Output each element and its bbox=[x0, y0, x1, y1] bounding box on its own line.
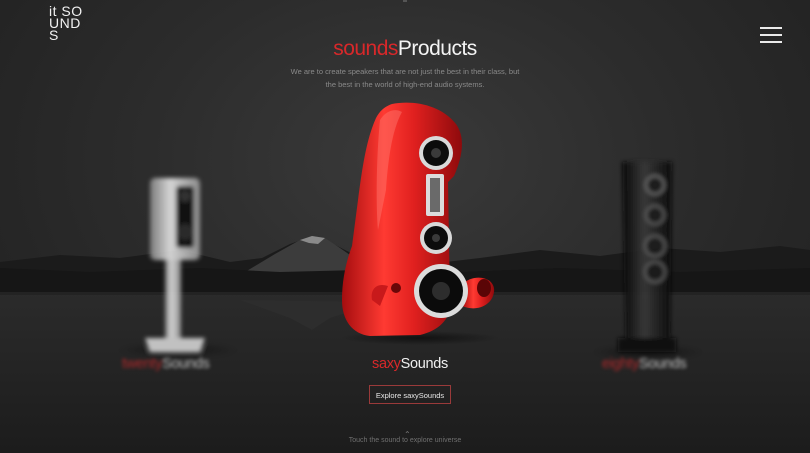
explore-hint: Touch the sound to explore universe bbox=[348, 437, 462, 444]
product-name-accent: twenty bbox=[122, 356, 163, 372]
hero-stage: it SO UND S soundsProducts We are to cre… bbox=[0, 0, 810, 453]
product-twenty-sounds[interactable]: twentySounds bbox=[122, 356, 210, 372]
product-name-accent: saxy bbox=[372, 356, 401, 372]
product-eighty-sounds[interactable]: eightySounds bbox=[602, 356, 687, 372]
product-name-main: Sounds bbox=[400, 356, 449, 372]
page-subtitle: We are to create speakers that are not j… bbox=[0, 66, 810, 91]
explore-button[interactable]: Explore saxySounds bbox=[369, 385, 451, 404]
brand-logo[interactable]: it SO UND S bbox=[49, 4, 83, 42]
title-main: Products bbox=[397, 37, 477, 60]
subtitle-line-1: We are to create speakers that are not j… bbox=[290, 67, 520, 76]
product-name-main: Sounds bbox=[638, 356, 687, 372]
page-title: soundsProducts bbox=[0, 37, 810, 61]
top-indicator bbox=[403, 0, 407, 2]
product-saxy-sounds[interactable]: saxySounds bbox=[372, 356, 448, 372]
subtitle-line-2: the best in the world of high-end audio … bbox=[325, 79, 485, 89]
title-accent: sounds bbox=[333, 37, 398, 60]
product-name-accent: eighty bbox=[602, 356, 639, 372]
product-name-main: Sounds bbox=[162, 356, 210, 372]
